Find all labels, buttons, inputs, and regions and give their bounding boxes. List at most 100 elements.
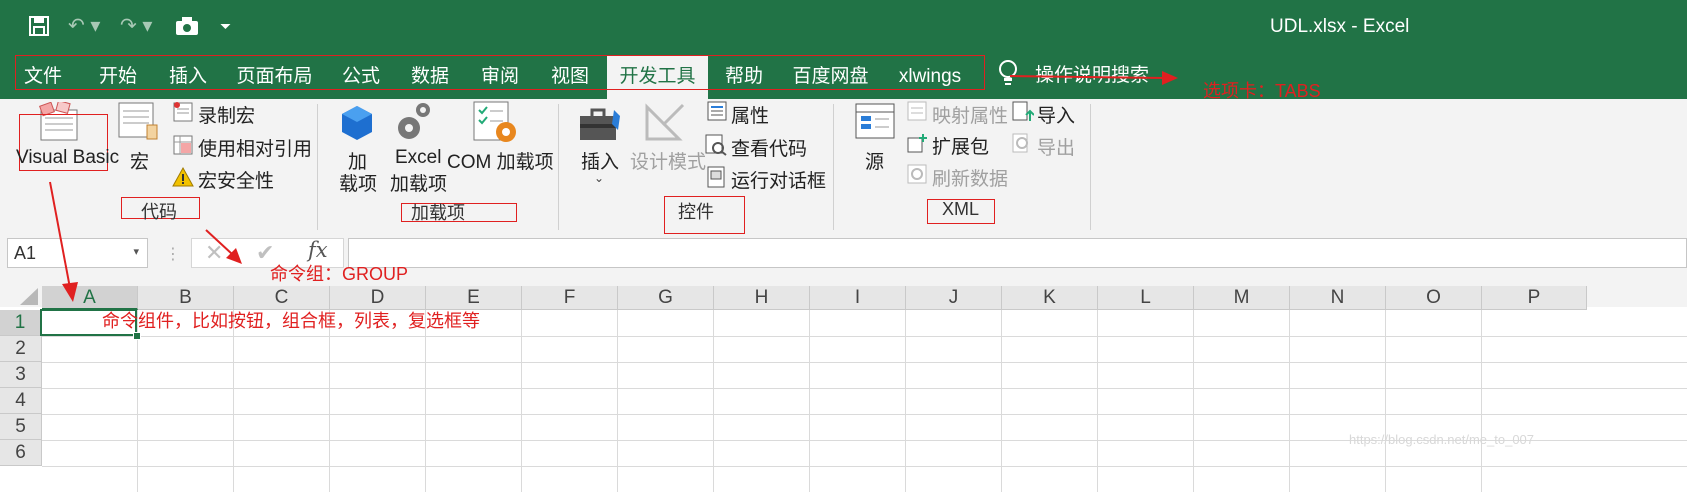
grid-line [1001,310,1002,492]
expansion-packs-button[interactable]: 扩展包 [932,132,989,159]
row-header-1[interactable]: 1 [0,310,42,336]
export-icon [1012,133,1034,160]
view-code-button[interactable]: 查看代码 [731,134,807,161]
save-icon[interactable] [28,0,50,57]
grid-line [1097,310,1098,492]
chevron-down-icon: ⌄ [594,171,605,185]
grid-line [42,362,1687,363]
excel-addins-button-line2[interactable]: 加载项 [390,169,447,196]
column-header-k[interactable]: K [1002,286,1098,310]
grid-line [617,310,618,492]
visual-basic-button[interactable]: Visual Basic [16,147,119,169]
column-header-j[interactable]: J [906,286,1002,310]
grid-line [809,310,810,492]
grid-line [42,414,1687,415]
column-header-p[interactable]: P [1482,286,1587,310]
tabs-highlight-box [15,55,985,90]
watermark: https://blog.csdn.net/me_to_007 [1349,432,1535,447]
record-macro-icon [172,101,194,128]
group-annotation-label: 命令组：GROUP [270,264,409,284]
group-label-controls: 控件 [678,202,714,222]
excel-addins-icon [395,100,435,149]
map-properties-icon [907,101,927,126]
group-separator [1090,104,1091,230]
column-header-f[interactable]: F [522,286,618,310]
export-button[interactable]: 导出 [1037,133,1075,160]
group-label-code: 代码 [141,202,177,222]
macro-security-button[interactable]: 宏安全性 [198,166,274,193]
commands-annotation-arrow [49,181,78,302]
redo-icon[interactable]: ↷ ▾ [120,0,152,52]
column-header-o[interactable]: O [1386,286,1482,310]
refresh-data-icon [907,164,929,191]
xml-source-icon [855,103,895,144]
camera-icon[interactable] [175,0,199,56]
import-icon [1012,101,1035,128]
properties-button[interactable]: 属性 [731,101,769,128]
grid-line [521,310,522,492]
fill-handle[interactable] [133,332,141,340]
group-annotation-arrow [205,229,242,264]
record-macro-button[interactable]: 录制宏 [198,101,255,128]
view-code-icon [705,134,727,161]
relative-references-icon [172,134,194,161]
refresh-data-button[interactable]: 刷新数据 [932,164,1008,191]
window-title: UDL.xlsx - Excel [1270,16,1410,37]
grid-line [905,310,906,492]
column-header-n[interactable]: N [1290,286,1386,310]
column-header-l[interactable]: L [1098,286,1194,310]
com-addins-icon [472,100,520,151]
toolbox-icon [578,104,624,149]
grid-line [713,310,714,492]
name-box-value: A1 [14,243,37,263]
macros-icon [117,101,161,148]
grid-line [1481,310,1482,492]
grid-line [42,466,1687,467]
undo-icon[interactable]: ↶ ▾ [68,0,100,52]
addins-icon [340,104,374,147]
row-header-5[interactable]: 5 [0,414,42,440]
formula-input[interactable] [348,238,1687,268]
column-header-i[interactable]: I [810,286,906,310]
com-addins-button[interactable]: COM 加载项 [447,147,554,174]
xml-source-button[interactable]: 源 [865,147,884,174]
commands-annotation-label: 命令组件，比如按钮，组合框，列表，复选框等 [102,311,480,331]
row-header-2[interactable]: 2 [0,336,42,362]
macros-button[interactable]: 宏 [130,147,149,174]
insert-function-icon[interactable]: fx [308,238,328,262]
relative-references-button[interactable]: 使用相对引用 [198,134,312,161]
macro-security-icon [172,166,194,193]
grid-line [1385,310,1386,492]
chevron-down-icon[interactable]: ▾ [133,245,139,258]
grid-line [1289,310,1290,492]
column-header-g[interactable]: G [618,286,714,310]
group-label-addins: 加载项 [411,203,465,223]
row-header-4[interactable]: 4 [0,388,42,414]
addins-button-line2[interactable]: 载项 [339,169,377,196]
excel-addins-button-line1[interactable]: Excel [395,147,441,169]
design-mode-icon [643,101,687,148]
run-dialog-button[interactable]: 运行对话框 [731,166,826,193]
design-mode-button[interactable]: 设计模式 [630,147,706,174]
grid-line [42,336,1687,337]
row-header-3[interactable]: 3 [0,362,42,388]
select-all-corner[interactable] [0,286,42,307]
grid-line [329,310,330,492]
expansion-packs-icon [907,132,929,159]
tabs-annotation-arrow [1010,71,1178,85]
group-separator [833,104,834,230]
group-separator [317,104,318,230]
formula-bar-grip-icon: ⋮ [165,246,181,263]
column-header-m[interactable]: M [1194,286,1290,310]
grid-line [425,310,426,492]
map-properties-button[interactable]: 映射属性 [932,101,1008,128]
run-dialog-icon [707,166,727,193]
properties-icon [707,101,727,126]
import-button[interactable]: 导入 [1037,101,1075,128]
insert-control-button[interactable]: 插入 [581,147,619,174]
row-header-6[interactable]: 6 [0,440,42,466]
grid-line [233,310,234,492]
group-separator [558,104,559,230]
column-header-h[interactable]: H [714,286,810,310]
customize-toolbar-icon[interactable]: ⏷ [220,0,231,52]
